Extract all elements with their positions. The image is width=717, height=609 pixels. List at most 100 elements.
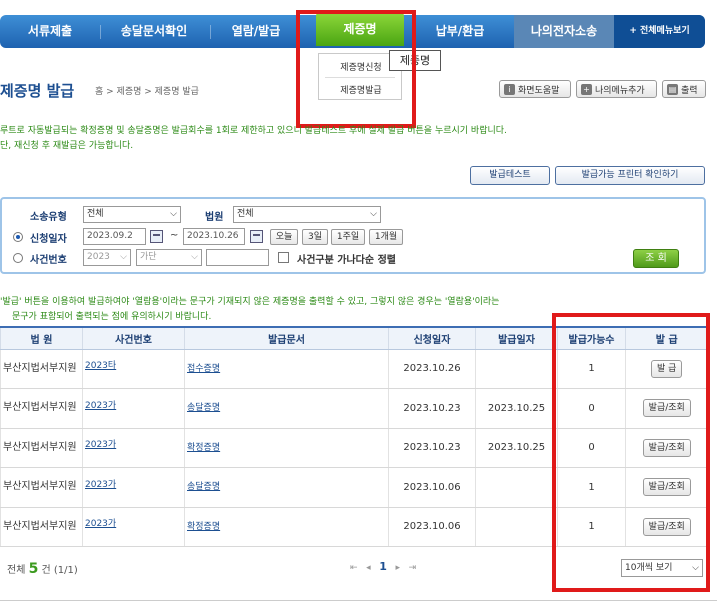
cell-request-date: 2023.10.23: [388, 428, 476, 468]
case-number-link[interactable]: 2023가: [85, 438, 117, 452]
total-suffix: 건 (1/1): [41, 565, 78, 576]
case-kind-select[interactable]: 가단 ⌵: [136, 249, 202, 266]
notice-line-1: 루트로 자동발급되는 확정증명 및 송달증명은 발급회수를 1회로 제한하고 있…: [0, 126, 507, 136]
date-to-input[interactable]: 2023.10.26: [183, 228, 245, 245]
bookmark-icon: +: [581, 83, 592, 95]
cell-court: 부산지법서부지원: [0, 349, 83, 389]
highlight-box-menu: [296, 10, 416, 128]
cell-court: 부산지법서부지원: [0, 467, 83, 508]
print-label: 출력: [681, 85, 698, 96]
first-page-icon[interactable]: ⇤: [350, 563, 358, 573]
nav-separator: [100, 25, 101, 39]
notice2-line-2: 문구가 표함되어 출력되는 점에 유의하시기 바랍니다.: [12, 312, 212, 322]
date-tilde: ~: [170, 230, 179, 241]
case-number-link[interactable]: 2023가: [85, 478, 117, 492]
chevron-down-icon: ⌵: [191, 252, 198, 262]
breadcrumb: 홈 > 제증명 > 제증명 발급: [95, 87, 199, 97]
case-number-link[interactable]: 2023가: [85, 399, 117, 413]
chevron-down-icon: ⌵: [692, 563, 699, 573]
case-number-label: 사건번호: [30, 255, 67, 266]
total-number: 5: [28, 561, 39, 577]
nav-item-payment[interactable]: 납부/환급: [410, 15, 510, 48]
page-title: 제증명 발급: [0, 82, 75, 100]
printer-check-button[interactable]: 발급가능 프린터 확인하기: [555, 166, 705, 185]
cell-request-date: 2023.10.23: [388, 388, 476, 429]
document-link[interactable]: 송달증명: [187, 482, 220, 492]
case-type-select[interactable]: 전체 ⌵: [83, 206, 181, 223]
header-case-number: 사건번호: [82, 326, 185, 350]
quick-1month-button[interactable]: 1개월: [369, 229, 403, 245]
info-icon: i: [504, 83, 515, 95]
cell-court: 부산지법서부지원: [0, 388, 83, 429]
divider: [0, 600, 717, 601]
current-page[interactable]: 1: [379, 560, 387, 573]
header-document: 발급문서: [184, 326, 389, 350]
notice2-line-1: '발급' 버튼을 이용하여 발급하여야 '열람용'이라는 문구가 기재되지 않은…: [0, 297, 500, 307]
case-type-label: 소송유형: [30, 212, 67, 223]
nav-separator: [210, 25, 211, 39]
court-label: 법원: [205, 212, 224, 223]
quick-today-button[interactable]: 오늘: [270, 229, 298, 245]
nav-item-submit[interactable]: 서류제출: [4, 15, 96, 48]
highlight-box-issue: [552, 313, 710, 592]
header-issue-date: 발급일자: [475, 326, 558, 350]
chevron-down-icon: ⌵: [170, 209, 177, 219]
last-page-icon[interactable]: ⇥: [409, 563, 417, 573]
printer-icon: ▤: [667, 83, 678, 95]
cell-court: 부산지법서부지원: [0, 428, 83, 468]
nav-item-view-issue[interactable]: 열람/발급: [212, 15, 300, 48]
cell-issue-date: 2023.10.25: [475, 388, 558, 429]
calendar-icon[interactable]: [150, 230, 163, 243]
issue-test-button[interactable]: 발급테스트: [470, 166, 550, 185]
cell-issue-date: [475, 507, 558, 547]
print-button[interactable]: ▤ 출력: [662, 80, 706, 98]
chevron-down-icon: ⌵: [370, 209, 377, 219]
header-court: 법 원: [0, 326, 83, 350]
quick-1week-button[interactable]: 1주일: [331, 229, 365, 245]
cell-request-date: 2023.10.06: [388, 467, 476, 508]
chevron-down-icon: ⌵: [120, 252, 127, 262]
next-page-icon[interactable]: ▸: [396, 563, 401, 573]
cell-request-date: 2023.10.26: [388, 349, 476, 389]
notice-line-2: 단, 재신청 후 재발급은 가능합니다.: [0, 141, 134, 151]
case-number-input[interactable]: [206, 249, 269, 266]
nav-item-delivery[interactable]: 송달문서확인: [104, 15, 204, 48]
help-label: 화면도움말: [518, 85, 560, 96]
date-radio[interactable]: [13, 232, 23, 242]
help-button[interactable]: i 화면도움말: [499, 80, 571, 98]
header-request-date: 신청일자: [388, 326, 476, 350]
add-my-menu-button[interactable]: + 나의메뉴추가: [576, 80, 657, 98]
cell-issue-date: 2023.10.25: [475, 428, 558, 468]
prev-page-icon[interactable]: ◂: [366, 563, 371, 573]
date-label: 신청일자: [30, 234, 67, 245]
document-link[interactable]: 확정증명: [187, 443, 220, 453]
document-link[interactable]: 접수증명: [187, 364, 220, 374]
cell-issue-date: [475, 349, 558, 389]
cell-court: 부산지법서부지원: [0, 507, 83, 547]
case-number-link[interactable]: 2023타: [85, 359, 117, 373]
total-count: 전체 5 건 (1/1): [7, 561, 78, 577]
case-number-radio[interactable]: [13, 253, 23, 263]
court-select[interactable]: 전체 ⌵: [233, 206, 381, 223]
date-from-input[interactable]: 2023.09.2: [83, 228, 146, 245]
sort-checkbox[interactable]: [278, 252, 289, 263]
cell-request-date: 2023.10.06: [388, 507, 476, 547]
nav-item-my-ecourt[interactable]: 나의전자소송: [514, 15, 614, 48]
case-number-link[interactable]: 2023가: [85, 517, 117, 531]
page-size-select[interactable]: 10개씩 보기 ⌵: [621, 559, 703, 577]
page-size-value: 10개씩 보기: [625, 563, 673, 573]
cell-issue-date: [475, 467, 558, 508]
case-type-value: 전체: [87, 209, 104, 219]
quick-3day-button[interactable]: 3일: [302, 229, 328, 245]
year-value: 2023: [87, 252, 110, 262]
total-prefix: 전체: [7, 565, 26, 576]
calendar-icon[interactable]: [250, 230, 263, 243]
case-kind-value: 가단: [140, 252, 157, 262]
document-link[interactable]: 확정증명: [187, 522, 220, 532]
add-my-menu-label: 나의메뉴추가: [595, 85, 645, 96]
document-link[interactable]: 송달증명: [187, 403, 220, 413]
all-menu-button[interactable]: + 전체메뉴보기: [614, 15, 705, 48]
search-button[interactable]: 조 회: [633, 249, 679, 268]
year-select[interactable]: 2023 ⌵: [83, 249, 131, 266]
court-value: 전체: [237, 209, 254, 219]
